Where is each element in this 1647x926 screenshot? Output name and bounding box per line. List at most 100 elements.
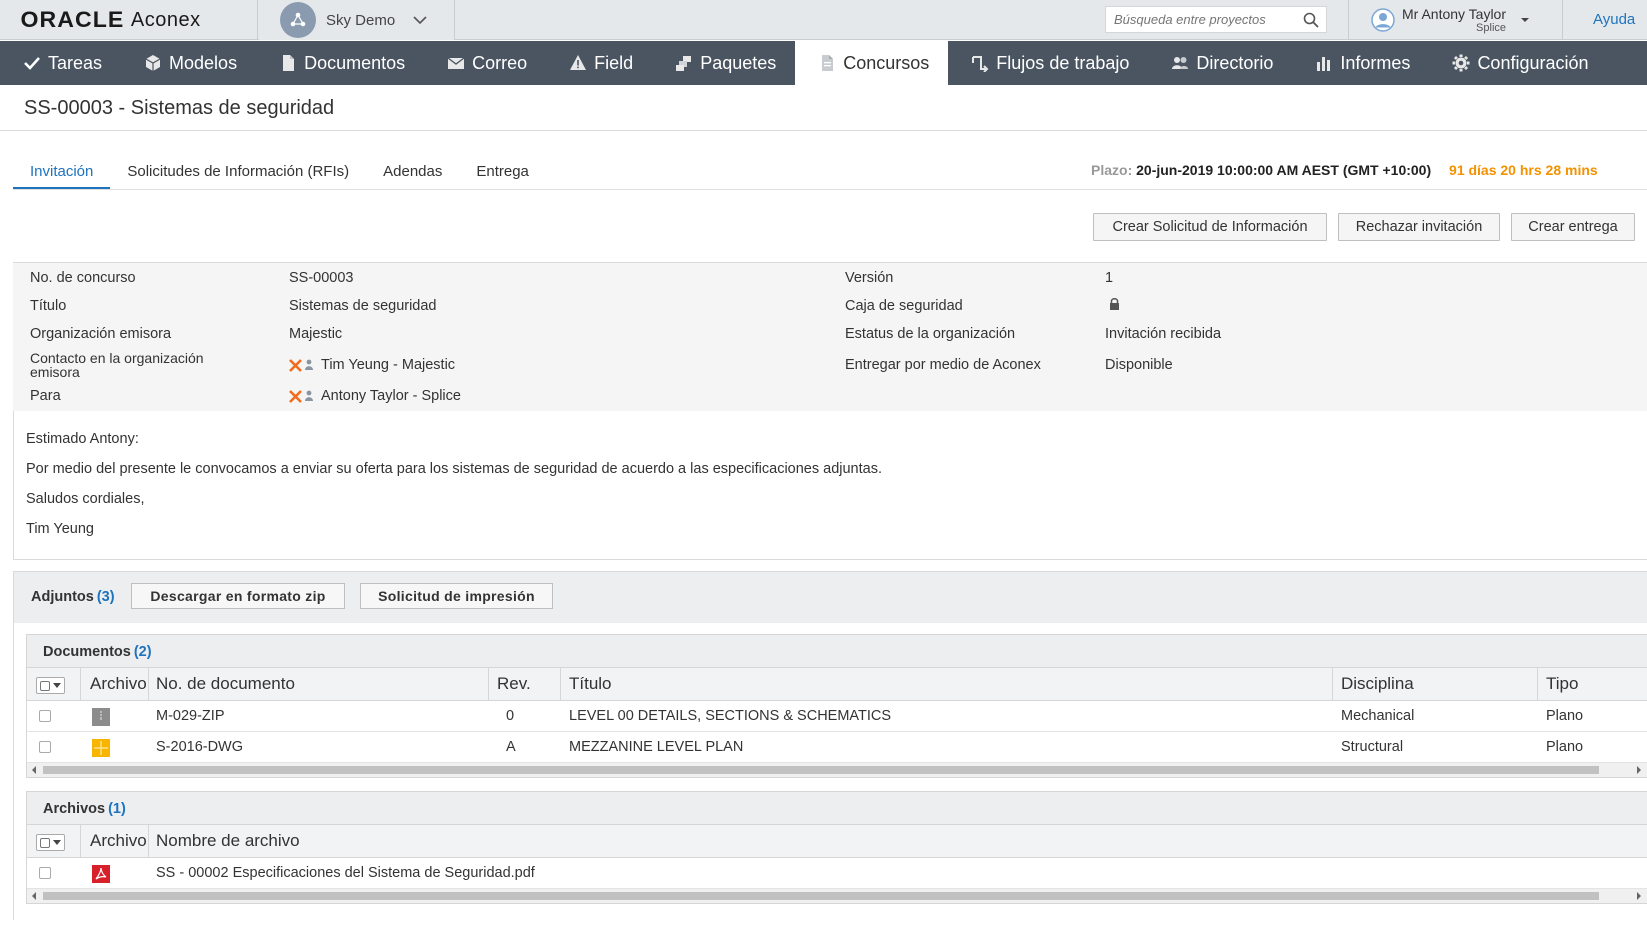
tab-adendas[interactable]: Adendas [366,157,459,190]
gear-icon [1452,54,1470,72]
documents-count: (2) [133,644,152,660]
nav-field[interactable]: Field [546,41,652,85]
table-row[interactable]: SS - 00002 Especificaciones del Sistema … [27,858,1647,889]
contact-name[interactable]: Tim Yeung - Majestic [321,357,455,373]
tender-details: No. de concurso SS-00003 Título Sistemas… [13,262,1647,411]
create-rfi-button[interactable]: Crear Solicitud de Información [1093,213,1327,241]
nav-paquetes[interactable]: Paquetes [652,41,795,85]
message-closing: Saludos cordiales, [26,491,145,507]
doc-discipline: Structural [1341,739,1404,755]
divider [13,189,1647,190]
reject-invitation-button[interactable]: Rechazar invitación [1338,213,1500,241]
packages-icon [676,56,692,71]
create-submission-button[interactable]: Crear entrega [1511,213,1635,241]
lock-icon [1109,297,1120,314]
deadline: Plazo: 20-jun-2019 10:00:00 AM AEST (GMT… [1091,162,1598,178]
zip-file-icon[interactable] [92,708,110,726]
nav-label: Flujos de trabajo [996,52,1130,73]
contact-label: Contacto en la organización emisora [30,351,204,379]
documents-section: Documentos (2) Archivo No. de documento R… [26,634,1647,778]
nav-label: Modelos [169,52,238,73]
horizontal-scrollbar[interactable] [27,889,1647,903]
check-icon [24,57,40,70]
help-link[interactable]: Ayuda [1593,11,1635,28]
user-menu[interactable]: Mr Antony Taylor Splice [1348,0,1563,40]
nav-label: Configuración [1477,52,1589,73]
row-checkbox[interactable] [39,710,51,722]
download-zip-button[interactable]: Descargar en formato zip [131,583,345,609]
doc-rev: A [506,739,516,755]
documents-grid-header: Archivo No. de documento Rev. Título Dis… [27,668,1647,701]
nav-directorio[interactable]: Directorio [1148,41,1292,85]
nav-configuracion[interactable]: Configuración [1429,41,1607,85]
nav-flujos[interactable]: Flujos de trabajo [948,41,1148,85]
doc-title: LEVEL 00 DETAILS, SECTIONS & SCHEMATICS [569,708,892,724]
col-header-title[interactable]: Título [569,674,612,694]
col-header-discipline[interactable]: Disciplina [1341,674,1414,694]
contact-label-line: emisora [30,364,80,380]
attachments-count: (3) [96,589,115,605]
files-count: (1) [108,801,126,817]
doc-number[interactable]: S-2016-DWG [156,739,243,755]
tender-document-icon [822,55,834,71]
table-row[interactable]: M-029-ZIP 0 LEVEL 00 DETAILS, SECTIONS &… [27,701,1647,732]
issuing-org-label: Organización emisora [30,326,172,342]
nav-label: Documentos [304,52,406,73]
tab-rfis[interactable]: Solicitudes de Información (RFIs) [110,157,366,190]
message-body: Por medio del presente le convocamos a e… [26,461,882,477]
col-header-file[interactable]: Archivo [90,674,147,694]
top-bar: ORACLE Aconex Sky Demo Mr Antony Taylor … [0,0,1647,40]
oracle-aconex-logo[interactable]: ORACLE Aconex [0,0,258,40]
table-row[interactable]: S-2016-DWG A MEZZANINE LEVEL PLAN Struct… [27,732,1647,763]
to-name[interactable]: Antony Taylor - Splice [321,388,461,404]
attachments-panel: Adjuntos (3) Descargar en formato zip Sol… [13,571,1647,920]
doc-type: Plano [1546,708,1584,724]
pdf-file-icon[interactable] [92,865,110,883]
scroll-right-icon[interactable] [1637,766,1641,774]
nav-label: Directorio [1196,52,1274,73]
col-header-type[interactable]: Tipo [1546,674,1578,694]
people-icon [1172,57,1189,69]
doc-title: MEZZANINE LEVEL PLAN [569,739,744,755]
nav-modelos[interactable]: Modelos [121,41,256,85]
nav-correo[interactable]: Correo [424,41,546,85]
submit-via-value: Disponible [1105,357,1173,373]
select-all-dropdown[interactable] [36,677,65,694]
file-name[interactable]: SS - 00002 Especificaciones del Sistema … [156,865,535,881]
horizontal-scrollbar[interactable] [27,763,1647,777]
bar-chart-icon [1317,57,1331,71]
row-checkbox[interactable] [39,867,51,879]
nav-label: Tareas [48,52,103,73]
nav-concursos[interactable]: Concursos [795,41,949,85]
search-input[interactable] [1114,12,1300,27]
nav-tareas[interactable]: Tareas [0,41,121,85]
scroll-left-icon[interactable] [32,766,36,774]
tab-invitacion[interactable]: Invitación [13,157,111,190]
files-header: Archivos (1) [27,792,1647,825]
col-header-file[interactable]: Archivo [90,831,147,851]
select-all-dropdown[interactable] [36,834,65,851]
scroll-left-icon[interactable] [32,892,36,900]
col-header-filename[interactable]: Nombre de archivo [156,831,300,851]
logo-oracle-text: ORACLE [20,7,125,32]
col-header-doc-no[interactable]: No. de documento [156,674,295,694]
project-selector[interactable]: Sky Demo [259,0,455,40]
scrollbar-thumb[interactable] [43,892,1599,900]
nav-label: Correo [472,52,528,73]
documents-header: Documentos (2) [27,635,1647,668]
search-icon[interactable] [1302,11,1320,29]
project-name: Sky Demo [326,11,396,29]
scrollbar-thumb[interactable] [43,766,1599,774]
print-request-button[interactable]: Solicitud de impresión [360,583,553,609]
attachments-label: Adjuntos [31,589,94,605]
scroll-right-icon[interactable] [1637,892,1641,900]
main-nav: Tareas Modelos Documentos Correo Field P… [0,41,1647,85]
dwg-file-icon[interactable] [92,739,110,757]
row-checkbox[interactable] [39,741,51,753]
nav-documentos[interactable]: Documentos [256,41,424,85]
contact-icons [289,389,314,403]
nav-informes[interactable]: Informes [1292,41,1429,85]
tab-entrega[interactable]: Entrega [459,157,546,190]
col-header-rev[interactable]: Rev. [497,674,531,694]
doc-number[interactable]: M-029-ZIP [156,708,225,724]
